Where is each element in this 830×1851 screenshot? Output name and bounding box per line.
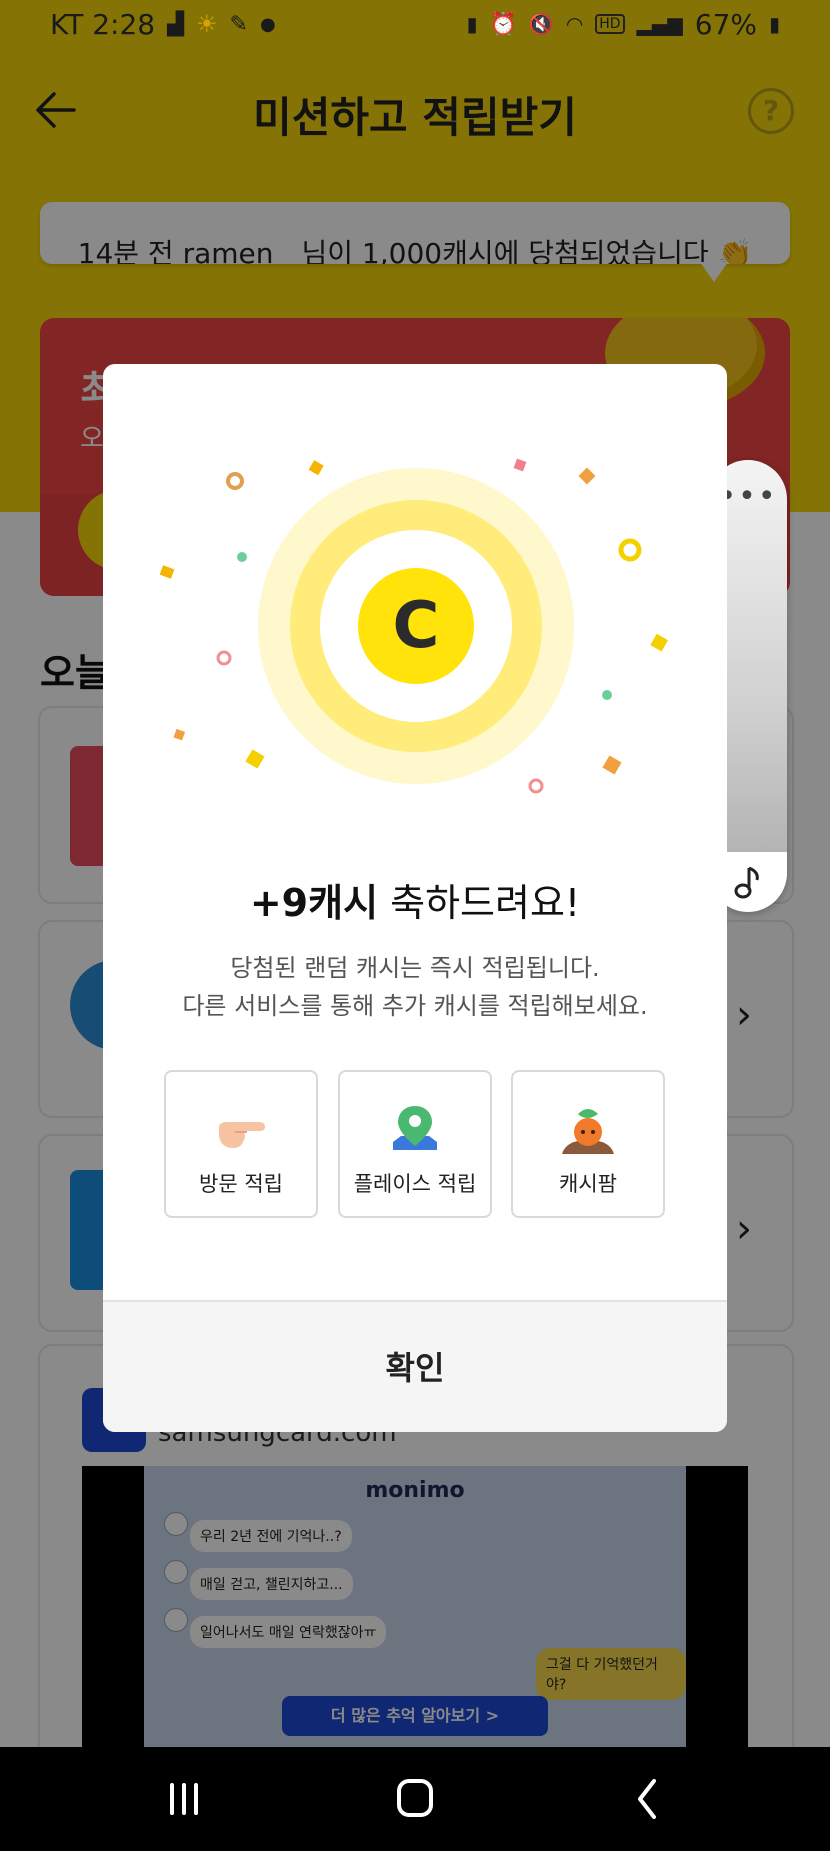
status-bar: KT 2:28 ▟ ☀ ✎ ● ▮ ⏰ 🔇 ◠ HD ▂▄▆ 67% ▮ xyxy=(0,0,830,48)
confirm-button[interactable]: 확인 xyxy=(103,1302,727,1432)
notification-icon: ▟ xyxy=(167,11,184,37)
service-button-cashfarm[interactable]: 캐시팜 xyxy=(511,1070,665,1218)
service-label: 캐시팜 xyxy=(559,1172,617,1196)
alarm-icon: ⏰ xyxy=(489,11,517,37)
battery-saver-icon: ▮ xyxy=(466,12,478,36)
mute-icon: 🔇 xyxy=(528,12,554,36)
hd-icon: HD xyxy=(595,14,625,34)
music-note-icon[interactable] xyxy=(731,864,765,900)
map-pin-icon xyxy=(393,1106,437,1150)
reward-title: +9캐시 축하드려요! xyxy=(103,872,727,927)
confetti-graphic: C xyxy=(159,458,669,794)
wifi-icon: ◠ xyxy=(565,12,584,36)
sun-icon: ☀ xyxy=(196,10,218,38)
pointing-hand-icon xyxy=(219,1122,265,1148)
battery-level: 67% xyxy=(694,7,757,41)
reward-amount: +9캐시 xyxy=(249,881,379,925)
navigation-bar xyxy=(0,1747,830,1851)
back-icon[interactable] xyxy=(618,1773,678,1825)
confirm-area: 확인 xyxy=(103,1300,727,1432)
carrot-icon xyxy=(562,1109,614,1154)
status-time: KT 2:28 xyxy=(50,7,156,41)
service-label: 플레이스 적립 xyxy=(353,1172,477,1196)
recent-apps-icon[interactable] xyxy=(154,1773,214,1825)
battery-icon: ▮ xyxy=(768,12,780,36)
reward-dialog: C +9캐시 축하드려요! 당첨된 랜덤 캐시는 즉시 적립됩니다. 다른 서비… xyxy=(103,364,727,1432)
service-button-visit[interactable]: 방문 적립 xyxy=(164,1070,318,1218)
reward-title-suffix: 축하드려요! xyxy=(378,881,581,925)
service-label: 방문 적립 xyxy=(199,1172,283,1196)
reward-description-line1: 당첨된 랜덤 캐시는 즉시 적립됩니다. xyxy=(230,954,600,982)
pen-icon: ✎ xyxy=(229,11,248,37)
home-icon[interactable] xyxy=(385,1773,445,1825)
coin-letter: C xyxy=(393,589,440,663)
reward-description-line2: 다른 서비스를 통해 추가 캐시를 적립해보세요. xyxy=(182,992,648,1020)
dot-icon: ● xyxy=(259,13,276,35)
signal-icon: ▂▄▆ xyxy=(636,12,683,36)
service-button-place[interactable]: 플레이스 적립 xyxy=(338,1070,492,1218)
